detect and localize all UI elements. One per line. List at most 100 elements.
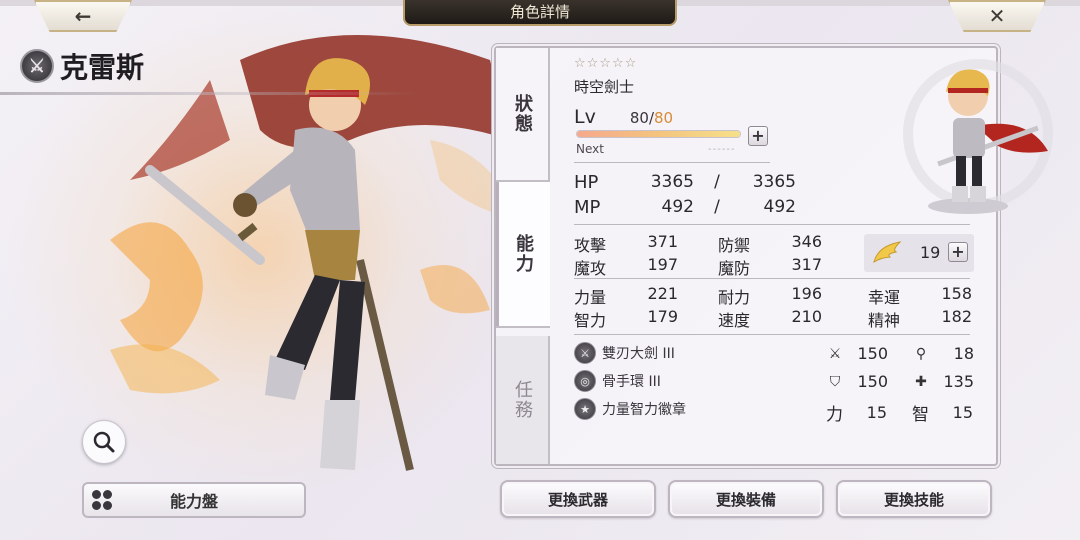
level-row: Lv 80 / 80: [574, 106, 673, 128]
stat-intelligence: 智力 179: [574, 307, 678, 331]
stat-luck: 幸運 158: [868, 284, 972, 308]
stat-value: 196: [791, 284, 822, 303]
level-label: Lv: [574, 106, 596, 128]
wing-count: 19: [920, 243, 941, 262]
change-equipment-button[interactable]: 更換裝備: [668, 480, 824, 518]
chibi-avatar: [903, 59, 1053, 214]
sword-icon: ⚔: [574, 342, 596, 364]
equip-magic-defense: ✚ 135: [912, 372, 974, 391]
equipment-accessory[interactable]: ◎ 骨手環 III: [574, 370, 661, 392]
character-name-block: ⚔ 克雷斯: [20, 46, 144, 86]
stat-attack: 攻擊 371: [574, 232, 678, 256]
stat-label: 耐力: [718, 288, 751, 307]
stat-vitality: 耐力 196: [718, 284, 822, 308]
board-icon: [92, 490, 112, 510]
equip-defense-value: 150: [857, 372, 888, 391]
stat-label: 魔防: [718, 259, 751, 278]
stat-value: 179: [647, 307, 678, 326]
plus-icon: +: [751, 126, 765, 145]
equip-strength-value: 15: [866, 403, 887, 422]
change-skill-button[interactable]: 更換技能: [836, 480, 992, 518]
hp-separator: /: [714, 172, 720, 192]
equip-intelligence: 智 15: [912, 400, 973, 425]
stat-value: 317: [791, 255, 822, 274]
equip-intelligence-value: 15: [952, 403, 973, 422]
divider: [574, 224, 970, 225]
stat-defense: 防禦 346: [718, 232, 822, 256]
stat-value: 182: [941, 307, 972, 326]
stat-label: 智力: [574, 311, 607, 330]
stat-label: 幸運: [868, 288, 901, 307]
equip-magic-value: 18: [953, 344, 974, 363]
page-title: 角色詳情: [403, 0, 677, 26]
equip-magic-defense-value: 135: [943, 372, 974, 391]
status-content: ☆☆☆☆☆ 時空劍士 Lv 80 / 80 + Next ------ HP 3…: [558, 48, 1053, 464]
change-weapon-label: 更換武器: [547, 490, 608, 509]
equipment-weapon[interactable]: ⚔ 雙刃大劍 III: [574, 342, 675, 364]
zoom-button[interactable]: [82, 420, 126, 464]
mp-max: 492: [763, 197, 796, 217]
bracelet-icon: ◎: [574, 370, 596, 392]
stat-value: 210: [791, 307, 822, 326]
hp-current: 3365: [650, 172, 694, 192]
equip-magic: ⚲ 18: [912, 344, 974, 363]
equip-intelligence-label: 智: [912, 405, 929, 425]
hp-label: HP: [574, 172, 599, 193]
character-name: 克雷斯: [60, 51, 145, 84]
equip-attack-value: 150: [857, 344, 888, 363]
stat-magic-attack: 魔攻 197: [574, 255, 678, 279]
close-icon: ✕: [988, 4, 1006, 28]
equipment-name: 雙刃大劍 III: [602, 346, 675, 362]
arrow-left-icon: ←: [74, 4, 92, 28]
equipment-name: 力量智力徽章: [602, 402, 686, 418]
next-label: Next: [576, 142, 604, 156]
stat-spirit: 精神 182: [868, 307, 972, 331]
plus-icon: +: [951, 242, 965, 261]
name-divider: [0, 92, 420, 95]
stat-value: 221: [647, 284, 678, 303]
mp-separator: /: [714, 197, 720, 217]
stat-speed: 速度 210: [718, 307, 822, 331]
badge-icon: ★: [574, 398, 596, 420]
sword-icon: ⚔: [828, 345, 842, 362]
equip-defense: ⛉ 150: [826, 372, 888, 391]
mp-current: 492: [661, 197, 694, 217]
close-button[interactable]: ✕: [948, 0, 1046, 32]
level-max: 80: [654, 109, 674, 127]
next-exp-value: ------: [708, 144, 736, 155]
mp-label: MP: [574, 197, 601, 218]
mp-row: MP 492 / 492: [574, 197, 796, 218]
tab-status[interactable]: 狀態: [496, 48, 550, 180]
equipment-badge[interactable]: ★ 力量智力徽章: [574, 398, 686, 420]
stat-label: 力量: [574, 288, 607, 307]
hp-max: 3365: [752, 172, 796, 192]
rarity-stars: ☆☆☆☆☆: [574, 56, 638, 71]
sword-icon: ⚔: [20, 49, 54, 83]
back-button[interactable]: ←: [34, 0, 132, 32]
divider: [574, 278, 970, 279]
stat-magic-defense: 魔防 317: [718, 255, 822, 279]
hp-row: HP 3365 / 3365: [574, 172, 796, 193]
wing-add-button[interactable]: +: [948, 242, 968, 262]
tab-ability[interactable]: 能力: [496, 180, 550, 328]
cross-shield-icon: ✚: [915, 373, 927, 390]
side-tabs: 狀態 能力 任務: [496, 48, 550, 464]
equip-attack: ⚔ 150: [826, 344, 888, 363]
divider: [574, 334, 970, 335]
change-weapon-button[interactable]: 更換武器: [500, 480, 656, 518]
shield-icon: ⛉: [829, 373, 841, 390]
exp-bar: [576, 130, 741, 138]
search-icon: [93, 431, 115, 453]
wing-resource: 19 +: [864, 234, 974, 272]
change-skill-label: 更換技能: [883, 490, 944, 509]
level-current: 80: [629, 109, 649, 127]
stat-value: 158: [941, 284, 972, 303]
wand-icon: ⚲: [915, 345, 927, 362]
stat-label: 魔攻: [574, 259, 607, 278]
tab-mission[interactable]: 任務: [496, 336, 550, 464]
change-equipment-label: 更換裝備: [715, 490, 776, 509]
level-up-button[interactable]: +: [748, 126, 768, 146]
ability-board-button[interactable]: 能力盤: [82, 482, 306, 518]
stat-label: 防禦: [718, 236, 751, 255]
exp-bar-fill: [577, 131, 740, 137]
